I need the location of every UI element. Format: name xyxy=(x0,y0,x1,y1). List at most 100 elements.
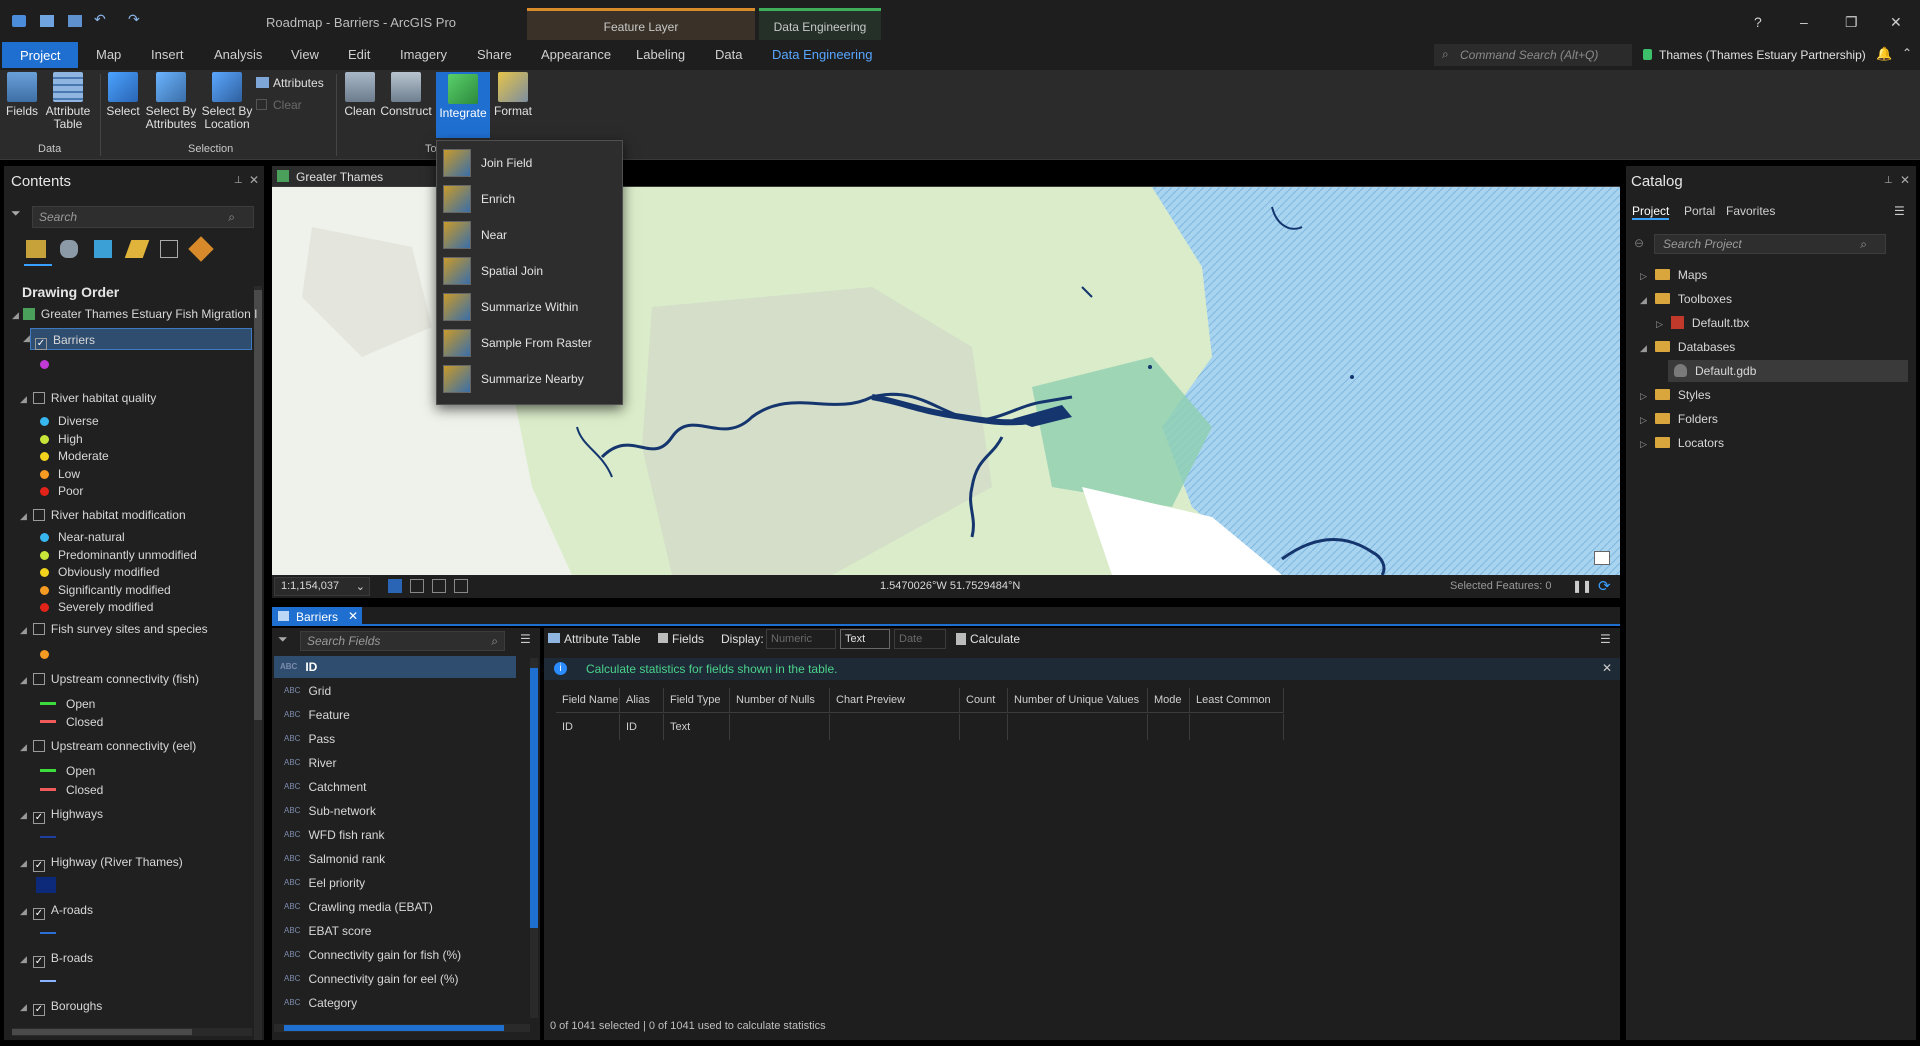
tab-insert[interactable]: Insert xyxy=(151,47,184,62)
tab-imagery[interactable]: Imagery xyxy=(400,47,447,62)
tab-project[interactable]: Project xyxy=(2,42,79,68)
layer-highways[interactable]: ◢ ✓ Highways xyxy=(20,807,103,824)
field-item[interactable]: ABC EBAT score xyxy=(282,920,524,942)
catalog-item-databases[interactable]: ◢ Databases xyxy=(1640,340,1735,354)
table-cell[interactable] xyxy=(830,714,960,740)
coordinate-readout[interactable]: 1.5470026°W 51.7529484°N xyxy=(880,580,1020,592)
attributes-button[interactable]: Attributes xyxy=(256,76,324,90)
catalog-item-locators[interactable]: ▷ Locators xyxy=(1640,436,1724,450)
pin-icon[interactable]: ⊥ xyxy=(1884,175,1893,186)
field-item[interactable]: ABC River xyxy=(282,752,524,774)
save-icon[interactable] xyxy=(68,15,82,27)
filter-icon[interactable]: ⏷ xyxy=(278,632,288,647)
snapping-icon[interactable] xyxy=(432,579,446,593)
collapse-ribbon-icon[interactable]: ⌃ xyxy=(1902,46,1912,60)
table-cell[interactable]: ID xyxy=(556,714,620,740)
list-by-drawing-order-icon[interactable] xyxy=(26,240,46,258)
select-by-location-button[interactable]: Select By Location xyxy=(200,72,254,131)
table-cell[interactable] xyxy=(1190,714,1284,740)
column-header[interactable]: Field Type xyxy=(664,688,730,712)
catalog-menu-icon[interactable]: ☰ xyxy=(1894,204,1905,218)
portal-user-dropdown[interactable]: Thames (Thames Estuary Partnership) xyxy=(1659,48,1866,62)
field-item[interactable]: ABC Connectivity gain for eel (%) xyxy=(282,968,524,990)
tab-edit[interactable]: Edit xyxy=(348,47,370,62)
field-item[interactable]: ABC Catchment xyxy=(282,776,524,798)
layer-a-roads[interactable]: ◢ ✓ A-roads xyxy=(20,903,93,920)
tab-appearance[interactable]: Appearance xyxy=(541,47,611,62)
menu-item-enrich[interactable]: Enrich xyxy=(437,181,622,217)
catalog-item-default-gdb[interactable]: Default.gdb xyxy=(1668,360,1908,382)
column-header[interactable]: Chart Preview xyxy=(830,688,960,712)
table-cell[interactable] xyxy=(960,714,1008,740)
table-cell[interactable]: Text xyxy=(664,714,730,740)
field-list-scrollbar[interactable] xyxy=(530,658,538,1018)
scale-dropdown[interactable]: 1:1,154,037 ⌄ xyxy=(274,577,370,596)
map-overview-icon[interactable] xyxy=(1594,551,1610,565)
column-header[interactable]: Number of Unique Values xyxy=(1008,688,1148,712)
close-pane-icon[interactable]: ✕ xyxy=(249,173,259,187)
column-header[interactable]: Least Common xyxy=(1190,688,1284,712)
list-by-selection-icon[interactable] xyxy=(94,240,112,258)
catalog-item-folders[interactable]: ▷ Folders xyxy=(1640,412,1718,426)
display-text-toggle[interactable]: Text xyxy=(840,629,890,649)
attribute-table-button[interactable]: Attribute Table xyxy=(42,72,94,131)
catalog-search-input[interactable]: Search Project ⌕ xyxy=(1654,234,1886,254)
catalog-item-maps[interactable]: ▷ Maps xyxy=(1640,268,1707,282)
back-icon[interactable]: ⊖ xyxy=(1634,236,1644,250)
clean-button[interactable]: Clean xyxy=(342,72,378,118)
tab-analysis[interactable]: Analysis xyxy=(214,47,262,62)
tab-data-engineering[interactable]: Data Engineering xyxy=(772,47,872,62)
select-button[interactable]: Select xyxy=(104,72,142,118)
display-date-toggle[interactable]: Date xyxy=(894,629,946,649)
calculate-button[interactable]: Calculate xyxy=(956,632,1020,646)
table-cell[interactable] xyxy=(730,714,830,740)
menu-item-summarize-nearby[interactable]: Summarize Nearby xyxy=(437,361,622,397)
contents-search-input[interactable]: Search ⌕ xyxy=(32,206,254,228)
menu-item-join-field[interactable]: Join Field xyxy=(437,145,622,181)
search-fields-input[interactable]: Search Fields ⌕ xyxy=(300,631,505,651)
tab-data[interactable]: Data xyxy=(715,47,742,62)
layer-boroughs[interactable]: ◢ ✓ Boroughs xyxy=(20,999,102,1016)
catalog-tab-project[interactable]: Project xyxy=(1632,204,1670,220)
help-button[interactable]: ? xyxy=(1754,14,1762,30)
fixed-zoom-icon[interactable] xyxy=(388,579,402,593)
field-item[interactable]: ABC Category xyxy=(282,992,524,1014)
catalog-item-toolboxes[interactable]: ◢ Toolboxes xyxy=(1640,292,1732,306)
redo-icon[interactable]: ↷ xyxy=(128,11,140,28)
options-menu-icon[interactable]: ☰ xyxy=(1600,632,1611,646)
catalog-tab-favorites[interactable]: Favorites xyxy=(1726,204,1775,218)
barriers-checkbox[interactable]: ✓ xyxy=(35,338,47,350)
layer-barriers[interactable]: ◢ ✓ Barriers xyxy=(23,328,252,350)
layer-upstream-eel[interactable]: ◢ Upstream connectivity (eel) xyxy=(20,739,196,753)
field-item[interactable]: ABC Grid xyxy=(282,680,524,702)
select-by-attributes-button[interactable]: Select By Attributes xyxy=(144,72,198,131)
map-view-tab[interactable]: Greater Thames Estua...gra xyxy=(272,166,442,198)
grid-icon[interactable] xyxy=(410,579,424,593)
filter-icon[interactable]: ⏷ xyxy=(11,206,21,221)
close-tab-icon[interactable]: ✕ xyxy=(348,609,358,623)
map-node[interactable]: ◢ Greater Thames Estuary Fish Migration I xyxy=(12,307,257,321)
command-search-input[interactable]: ⌕ Command Search (Alt+Q) xyxy=(1434,44,1632,66)
tab-share[interactable]: Share xyxy=(477,47,512,62)
column-header[interactable]: Alias xyxy=(620,688,664,712)
field-item[interactable]: ABC WFD fish rank xyxy=(282,824,524,846)
clear-selection-button[interactable]: Clear xyxy=(256,98,302,112)
catalog-item-styles[interactable]: ▷ Styles xyxy=(1640,388,1711,402)
pause-drawing-icon[interactable]: ❚❚ xyxy=(1572,579,1592,593)
format-button[interactable]: Format xyxy=(492,72,534,118)
statistics-h-scrollbar[interactable] xyxy=(552,814,1612,822)
restore-button[interactable]: ❐ xyxy=(1845,14,1858,31)
field-item[interactable]: ABC Crawling media (EBAT) xyxy=(282,896,524,918)
catalog-item-default-tbx[interactable]: ▷ Default.tbx xyxy=(1656,316,1749,330)
list-by-editing-icon[interactable] xyxy=(124,240,150,258)
tab-labeling[interactable]: Labeling xyxy=(636,47,685,62)
layer-fish-survey[interactable]: ◢ Fish survey sites and species xyxy=(20,622,208,636)
table-cell[interactable] xyxy=(1008,714,1148,740)
minimize-button[interactable]: – xyxy=(1800,14,1808,30)
field-item[interactable]: ABC Connectivity gain for fish (%) xyxy=(282,944,524,966)
close-button[interactable]: ✕ xyxy=(1890,14,1902,31)
undo-icon[interactable]: ↶ xyxy=(94,11,106,28)
close-pane-icon[interactable]: ✕ xyxy=(1900,173,1910,187)
list-by-source-icon[interactable] xyxy=(60,240,78,258)
integrate-button[interactable]: Integrate xyxy=(436,72,490,138)
